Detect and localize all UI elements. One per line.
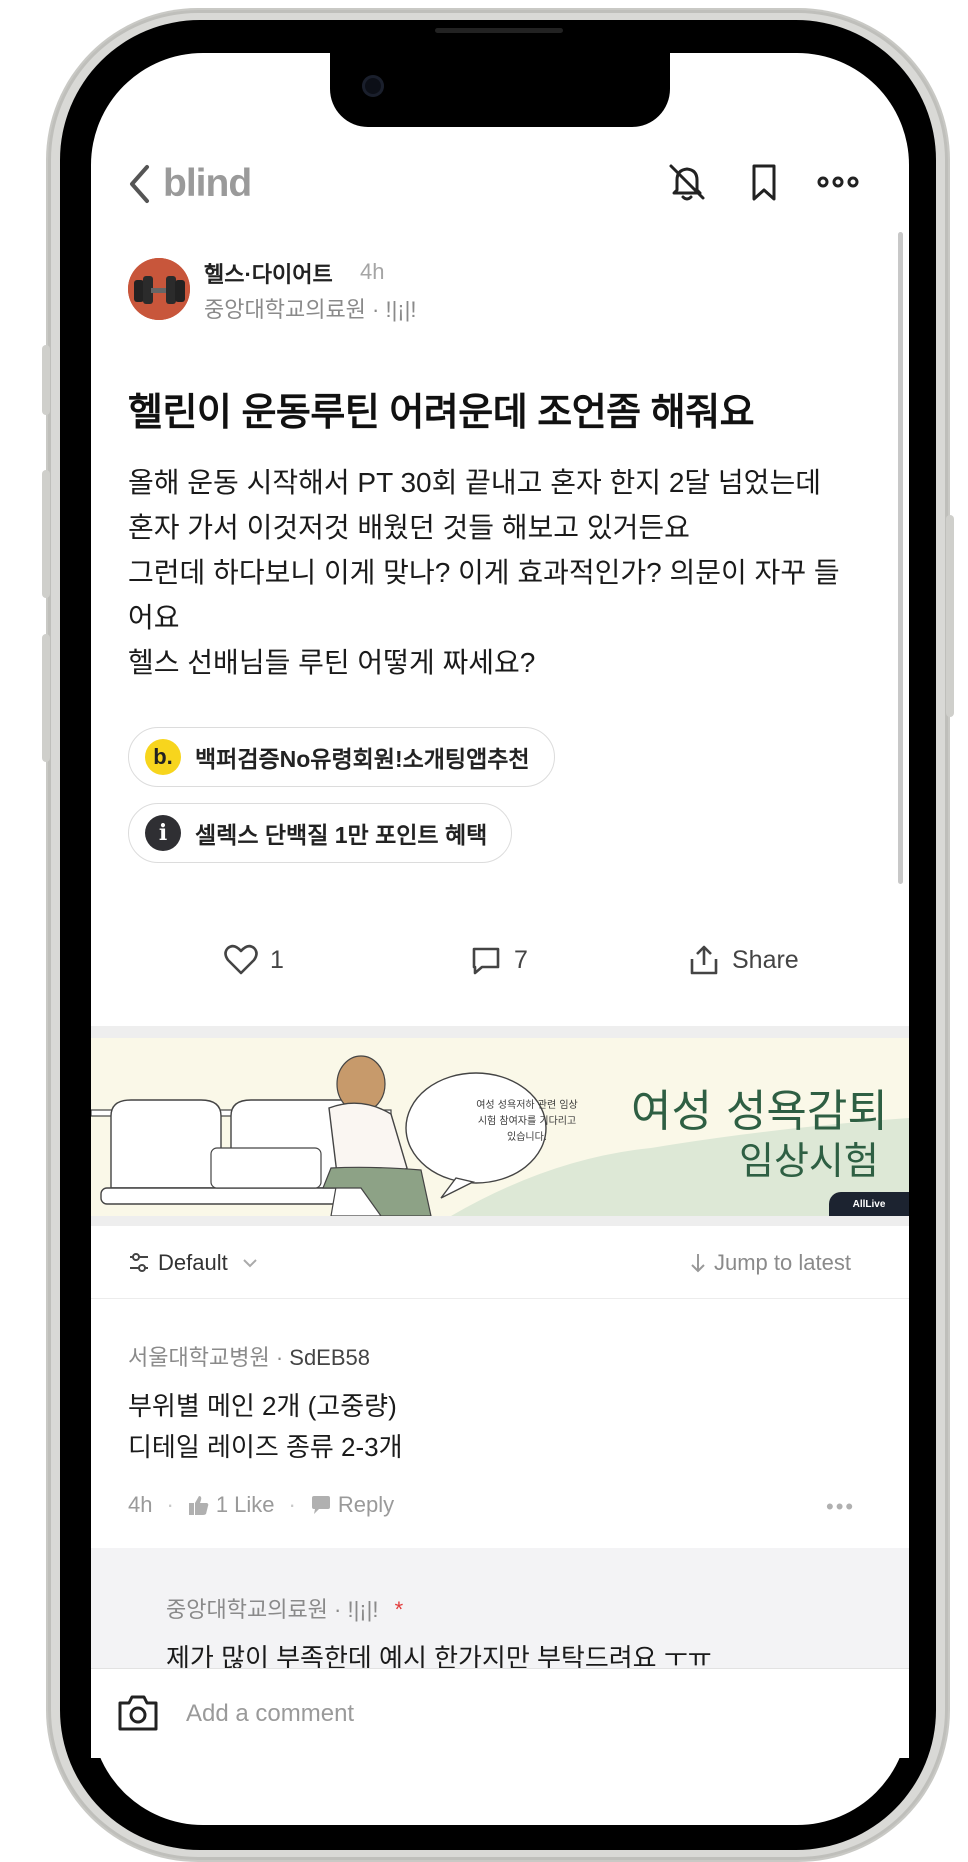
speech-bubble-icon <box>311 1496 330 1514</box>
post-body-line: 올해 운동 시작해서 PT 30회 끝내고 혼자 한지 2달 넘었는데 <box>128 467 821 498</box>
sliders-icon <box>130 1253 148 1272</box>
divider <box>91 1298 909 1299</box>
ad-banner[interactable]: 여성 성욕저하 관련 임상시험 참여자를 기다리고 있습니다. 여성 성욕감퇴 … <box>91 1038 909 1216</box>
comment-actions: 4h · 1 Like · Reply <box>128 1492 394 1518</box>
comment-count: 7 <box>514 945 528 974</box>
post-body-line: 어요 <box>128 602 180 633</box>
sort-dropdown[interactable]: Default <box>128 1250 258 1276</box>
scrollbar[interactable] <box>898 232 903 884</box>
promo-chip-protein[interactable]: i 셀렉스 단백질 1만 포인트 혜택 <box>128 803 513 863</box>
separator-dot: · <box>166 1492 174 1517</box>
bookmark-button[interactable] <box>742 160 786 204</box>
comment-nick: SdEB58 <box>289 1345 370 1370</box>
attach-photo-button[interactable] <box>116 1693 160 1733</box>
chip-label: 셀렉스 단백질 1만 포인트 혜택 <box>195 822 488 848</box>
comment-count-button[interactable]: 7 <box>470 944 528 976</box>
more-options-button[interactable] <box>816 160 860 204</box>
comment-author[interactable]: 서울대학교병원 · SdEB58 <box>128 1340 370 1372</box>
arrow-down-icon <box>691 1254 705 1273</box>
like-count: 1 <box>270 945 284 974</box>
avatar[interactable] <box>128 258 190 320</box>
back-button[interactable] <box>128 164 152 204</box>
comment-like-button[interactable]: 1 Like <box>188 1492 275 1518</box>
jump-label: Jump to latest <box>714 1250 851 1275</box>
device-side-button <box>42 345 50 415</box>
reply-company-nick: 중앙대학교의료원 · !|¡|! <box>166 1597 379 1622</box>
camera-icon <box>118 1695 158 1731</box>
comment-body-line: 부위별 메인 2개 (고중량) <box>128 1391 397 1421</box>
device-side-button <box>946 515 954 717</box>
ad-brand-logo: AllLive <box>829 1192 909 1216</box>
comment-icon <box>472 947 500 975</box>
comment-like-label: 1 Like <box>215 1492 275 1517</box>
post-body-line: 헬스 선배님들 루틴 어떻게 짜세요? <box>128 647 536 678</box>
info-icon: i <box>145 815 181 851</box>
thumbs-up-icon <box>188 1496 209 1515</box>
chevron-left-icon <box>130 165 149 203</box>
comment-body: 부위별 메인 2개 (고중량) 디테일 레이즈 종류 2-3개 <box>128 1386 403 1468</box>
author-company-nick[interactable]: 중앙대학교의료원 · !|¡|! <box>204 292 416 324</box>
jump-to-latest-button[interactable]: Jump to latest <box>690 1250 851 1276</box>
post-body: 올해 운동 시작해서 PT 30회 끝내고 혼자 한지 2달 넘었는데 혼자 가… <box>128 460 868 685</box>
share-icon <box>690 945 718 975</box>
speaker-grille <box>435 28 563 33</box>
post-body-line: 그런데 하다보니 이게 맞나? 이게 효과적인가? 의문이 자꾸 들 <box>128 557 840 588</box>
b-logo-icon: b. <box>145 739 181 775</box>
dumbbell-icon <box>128 258 190 320</box>
app-logo[interactable]: blind <box>163 162 252 206</box>
like-button[interactable]: 1 <box>224 944 284 976</box>
comment-more-button[interactable]: ••• <box>826 1494 855 1520</box>
post-title: 헬린이 운동루틴 어려운데 조언좀 해줘요 <box>128 392 755 434</box>
comment-time: 4h <box>128 1492 153 1517</box>
meta-separator: · <box>275 1345 290 1370</box>
author-badge: * <box>394 1597 404 1622</box>
share-button[interactable]: Share <box>688 944 799 976</box>
comment-reply-button[interactable]: Reply <box>310 1492 394 1518</box>
chevron-down-icon <box>243 1259 257 1268</box>
post-time: 4h <box>360 259 385 284</box>
promo-chip-dating-app[interactable]: b. 백퍼검증No유령회원!소개팅앱추천 <box>128 727 555 787</box>
ad-subtitle: 임상시험 <box>739 1139 879 1183</box>
more-horizontal-icon <box>817 176 859 188</box>
bookmark-icon <box>752 164 776 201</box>
section-divider <box>91 1216 909 1226</box>
comment-body-line: 디테일 레이즈 종류 2-3개 <box>128 1432 403 1462</box>
post-body-line: 혼자 가서 이것저것 배웠던 것들 해보고 있거든요 <box>128 512 690 543</box>
section-divider <box>91 1026 909 1038</box>
device-side-button <box>42 470 50 598</box>
device-side-button <box>42 634 50 762</box>
comment-reply-label: Reply <box>337 1492 395 1517</box>
ad-bubble-text: 여성 성욕저하 관련 임상시험 참여자를 기다리고 있습니다. <box>476 1100 578 1143</box>
mute-notifications-button[interactable] <box>665 160 709 204</box>
board-name[interactable]: 헬스·다이어트 <box>204 257 333 289</box>
comment-input[interactable] <box>186 1698 806 1730</box>
chip-label: 백퍼검증No유령회원!소개팅앱추천 <box>195 746 530 772</box>
separator-dot: · <box>288 1492 296 1517</box>
reply-author[interactable]: 중앙대학교의료원 · !|¡|! * <box>166 1592 403 1624</box>
bell-off-icon <box>669 164 705 201</box>
share-label: Share <box>732 945 799 974</box>
comment-company: 서울대학교병원 <box>128 1345 270 1370</box>
heart-icon <box>224 944 258 975</box>
camera-lens <box>362 75 384 97</box>
sort-label: Default <box>158 1250 228 1275</box>
